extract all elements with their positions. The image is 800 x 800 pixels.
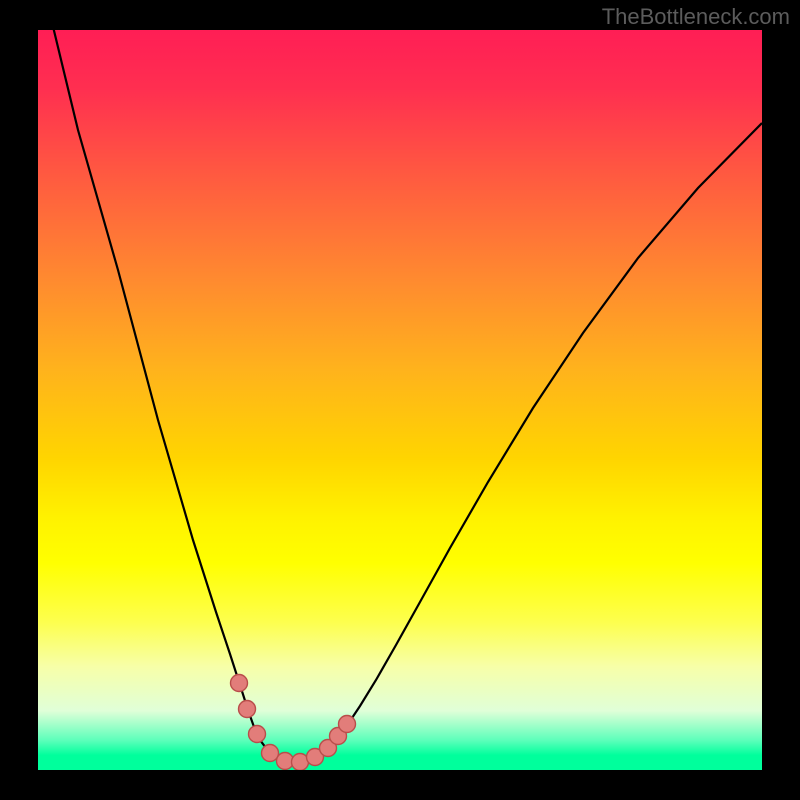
attribution-text: TheBottleneck.com [602, 4, 790, 30]
data-dot [339, 716, 356, 733]
curve-layer [38, 30, 762, 770]
chart-container: TheBottleneck.com [0, 0, 800, 800]
plot-area [38, 30, 762, 770]
data-dot [249, 726, 266, 743]
data-dot [239, 701, 256, 718]
bottleneck-curve [49, 30, 762, 762]
data-dots [231, 675, 356, 771]
data-dot [262, 745, 279, 762]
data-dot [231, 675, 248, 692]
